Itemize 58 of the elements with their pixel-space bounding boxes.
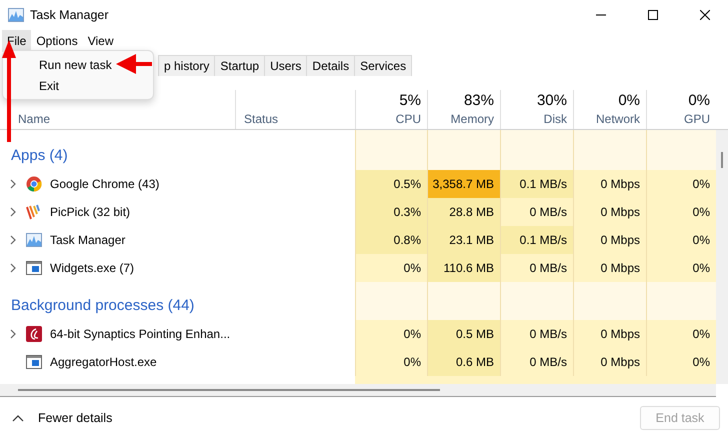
metric-cell: 0.1 MB/s — [500, 170, 573, 198]
metric-cell: 110.6 MB — [427, 254, 500, 282]
tab[interactable]: Details — [306, 55, 356, 76]
column-percent: 30% — [536, 92, 567, 109]
app-icon — [8, 8, 24, 22]
tab[interactable]: p history — [158, 55, 216, 76]
column-percent: 83% — [464, 92, 494, 109]
expand-chevron-icon[interactable] — [8, 235, 18, 245]
process-name: Widgets.exe (7) — [50, 261, 134, 275]
tab[interactable]: Users — [264, 55, 308, 76]
column-header[interactable]: Memory — [450, 112, 494, 126]
metric-cell: 0.3% — [355, 198, 427, 226]
window-icon — [26, 261, 42, 275]
metric-cell: 28.8 MB — [427, 198, 500, 226]
left-arrow — [116, 52, 152, 76]
chrome-icon — [26, 176, 42, 192]
horizontal-scrollbar[interactable] — [0, 384, 716, 397]
synaptics-icon — [26, 326, 42, 342]
process-name: 64-bit Synaptics Pointing Enhan... — [50, 327, 230, 341]
process-name: Google Chrome (43) — [50, 177, 160, 191]
tab[interactable]: Startup — [214, 55, 266, 76]
window-title: Task Manager — [30, 8, 110, 22]
group-header: Apps (4) — [10, 146, 69, 166]
column-header[interactable]: Disk — [544, 112, 567, 126]
column-percent: 0% — [618, 92, 640, 109]
metric-cell: 3,358.7 MB — [427, 170, 500, 198]
process-name: Task Manager — [50, 233, 126, 247]
expand-chevron-icon[interactable] — [8, 329, 18, 339]
metric-cell: 0.6 MB — [427, 348, 500, 376]
expand-chevron-icon[interactable] — [8, 179, 18, 189]
expand-chevron-icon[interactable] — [8, 207, 18, 217]
process-name: PicPick (32 bit) — [50, 205, 130, 219]
column-header[interactable]: Status — [244, 112, 278, 126]
metric-cell: 0.1 MB/s — [500, 226, 573, 254]
vertical-scrollbar[interactable] — [716, 130, 728, 384]
column-header[interactable]: CPU — [396, 112, 421, 126]
window-icon — [26, 355, 42, 369]
menu-item[interactable]: View — [82, 30, 118, 52]
menu-entry[interactable]: Run new task — [39, 58, 112, 72]
graph-icon — [26, 233, 42, 247]
metric-cell: 0.5% — [355, 170, 427, 198]
column-percent: 5% — [399, 92, 421, 109]
column-percent: 0% — [688, 92, 710, 109]
metric-cell: 0.5 MB — [427, 320, 500, 348]
group-header: Background processes (44) — [10, 296, 196, 316]
metric-cell: 0.8% — [355, 226, 427, 254]
expand-chevron-icon[interactable] — [8, 263, 18, 273]
fewer-details-button[interactable]: Fewer details — [12, 410, 626, 424]
column-header[interactable]: GPU — [684, 112, 710, 126]
column-header[interactable]: Network — [596, 112, 640, 126]
metric-cell: 23.1 MB — [427, 226, 500, 254]
stripes-icon — [26, 204, 42, 220]
chevron-up-icon — [12, 414, 24, 422]
process-name: AggregatorHost.exe — [50, 355, 157, 369]
menu-entry[interactable]: Exit — [39, 78, 60, 92]
column-header[interactable]: Name — [18, 112, 50, 126]
tab[interactable]: Services — [354, 55, 412, 76]
menu-item[interactable]: Options — [31, 30, 83, 52]
